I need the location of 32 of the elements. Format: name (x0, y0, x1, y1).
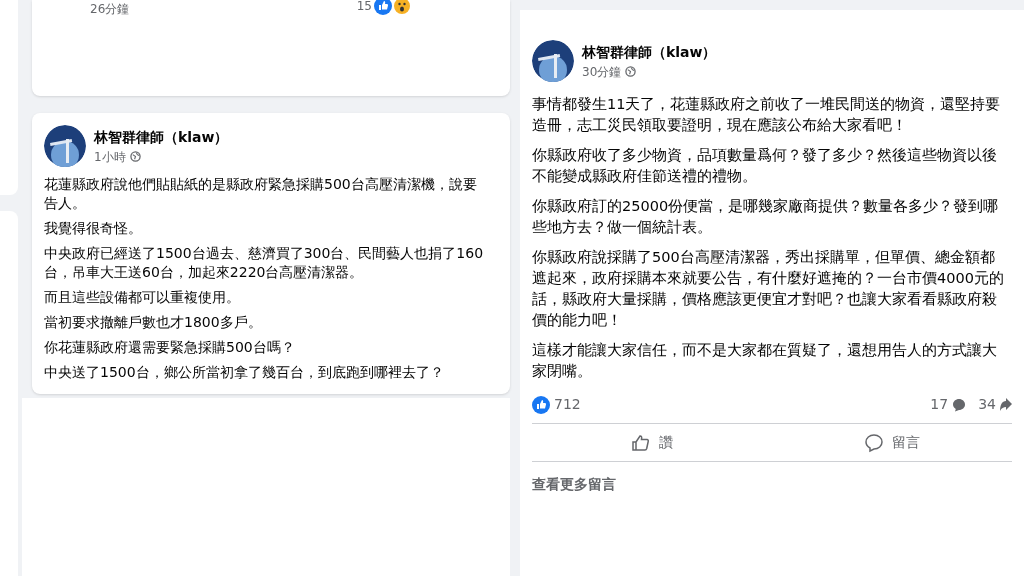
comment-icon (864, 432, 884, 453)
post-text: 你花蓮縣政府還需要緊急採購500台嗎？ (44, 338, 296, 357)
comment-count[interactable]: 17 (930, 394, 949, 415)
globe-icon (625, 66, 637, 77)
post-text: 花蓮縣政府說他們貼貼紙的是縣政府緊急採購500台高壓清潔機，說要告人。 (44, 175, 478, 213)
comment-icon (952, 397, 967, 412)
post-text: 而且這些設備都可以重複使用。 (44, 288, 241, 307)
post-text: 當初要求撤離戶數也才1800多戶。 (44, 313, 263, 332)
post-time[interactable]: 1小時 (94, 147, 126, 166)
like-count[interactable]: 712 (554, 394, 581, 415)
thumbs-up-icon (631, 432, 651, 453)
wow-icon (394, 0, 410, 14)
post-text: 我覺得很奇怪。 (44, 219, 143, 238)
like-icon (532, 395, 550, 414)
post-text: 你縣政府收了多少物資，品項數量爲何？發了多少？然後這些物資以後不能變成縣政府佳節送禮的禮物。 (532, 146, 998, 186)
author-name[interactable]: 林智群律師（klaw） (582, 41, 717, 63)
post-text: 你縣政府訂的25000份便當，是哪幾家廠商提供？數量各多少？發到哪些地方去？做一個統計表。 (532, 197, 1000, 237)
like-button[interactable]: 讚 (532, 424, 772, 461)
share-icon (1000, 397, 1012, 412)
post-text: 中央政府已經送了1500台過去、慈濟買了300台、民間藝人也捐了160台，吊車大王送60台，加起來2220台高壓清潔器。 (44, 244, 485, 282)
author-name[interactable]: 林智群律師（klaw） (94, 126, 229, 148)
post-text: 你縣政府說採購了500台高壓清潔器，秀出採購單，但單價、總金額都遮起來，政府採購本來就要公告，有什麼好遮掩的？一台市價4000元的話，縣政府大量採購，價格應該更便宜才對吧？也讓大家看看縣政府殺價的能力吧！ (532, 248, 1005, 330)
post-time[interactable]: 30分鐘 (582, 62, 622, 81)
share-count[interactable]: 34 (978, 394, 996, 415)
comment-button[interactable]: 留言 (772, 424, 1012, 461)
post-text: 中央送了1500台，鄉公所當初拿了幾百台，到底跑到哪裡去了？ (44, 363, 445, 382)
reaction-count: 15 (356, 0, 372, 15)
post-time: 26分鐘 (90, 1, 130, 18)
globe-icon (129, 151, 141, 162)
post-text: 這樣才能讓大家信任，而不是大家都在質疑了，還想用告人的方式讓大家閉嘴。 (532, 341, 998, 381)
view-more-comments-link[interactable]: 查看更多留言 (532, 474, 1012, 495)
post-text: 事情都發生11天了，花蓮縣政府之前收了一堆民間送的物資，還堅持要造冊，志工災民領取要證明，現在應該公布給大家看吧！ (532, 95, 1002, 135)
